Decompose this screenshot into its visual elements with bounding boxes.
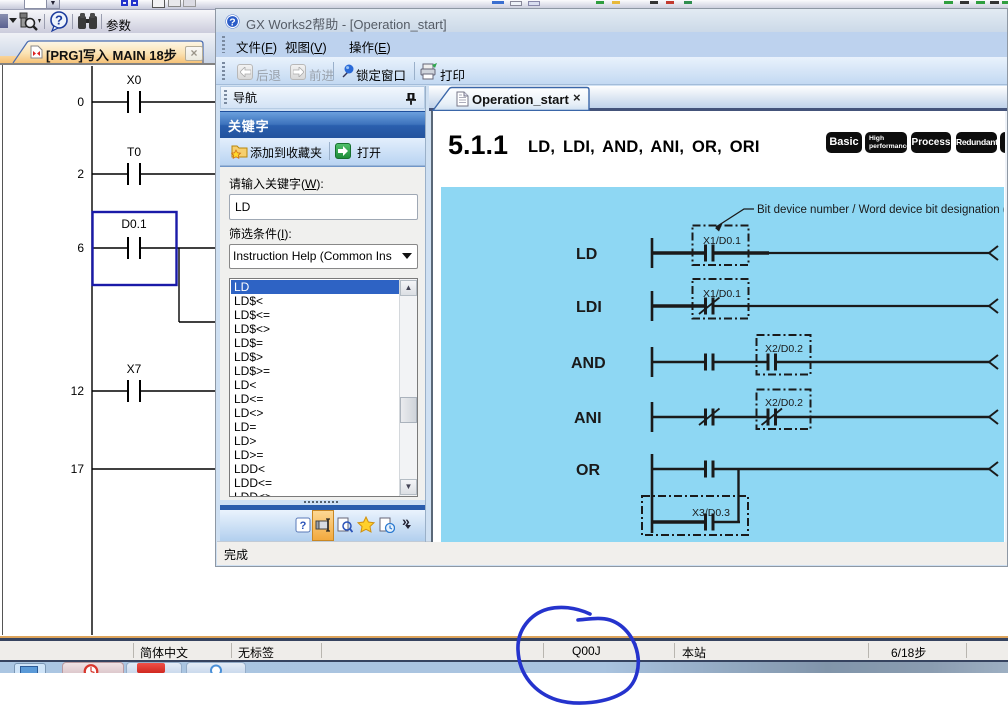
svg-text:2: 2 [77,167,84,181]
svg-text:X2/D0.2: X2/D0.2 [765,397,803,409]
svg-text:12: 12 [71,384,85,398]
svg-text:X3/D0.3: X3/D0.3 [692,507,730,519]
svg-text:X0: X0 [127,73,142,87]
svg-text:LDI: LDI [576,299,602,316]
svg-text:?: ? [229,17,235,29]
svg-text:?: ? [300,520,307,532]
svg-text:Bit device number / Word devic: Bit device number / Word device bit desi… [757,204,1004,216]
svg-text:AND: AND [571,355,606,372]
svg-text:OR: OR [576,462,600,479]
svg-text:T0: T0 [127,145,141,159]
svg-text:17: 17 [71,462,85,476]
svg-text:D0.1: D0.1 [121,217,147,231]
svg-text:6: 6 [77,241,84,255]
svg-text:0: 0 [77,95,84,109]
svg-text:X2/D0.2: X2/D0.2 [765,343,803,355]
svg-text:X1/D0.1: X1/D0.1 [703,288,741,300]
svg-text:LD: LD [576,246,597,263]
svg-text:X7: X7 [127,362,142,376]
svg-text:ANI: ANI [574,410,602,427]
svg-text:X1/D0.1: X1/D0.1 [703,235,741,247]
svg-text:?: ? [55,13,63,28]
